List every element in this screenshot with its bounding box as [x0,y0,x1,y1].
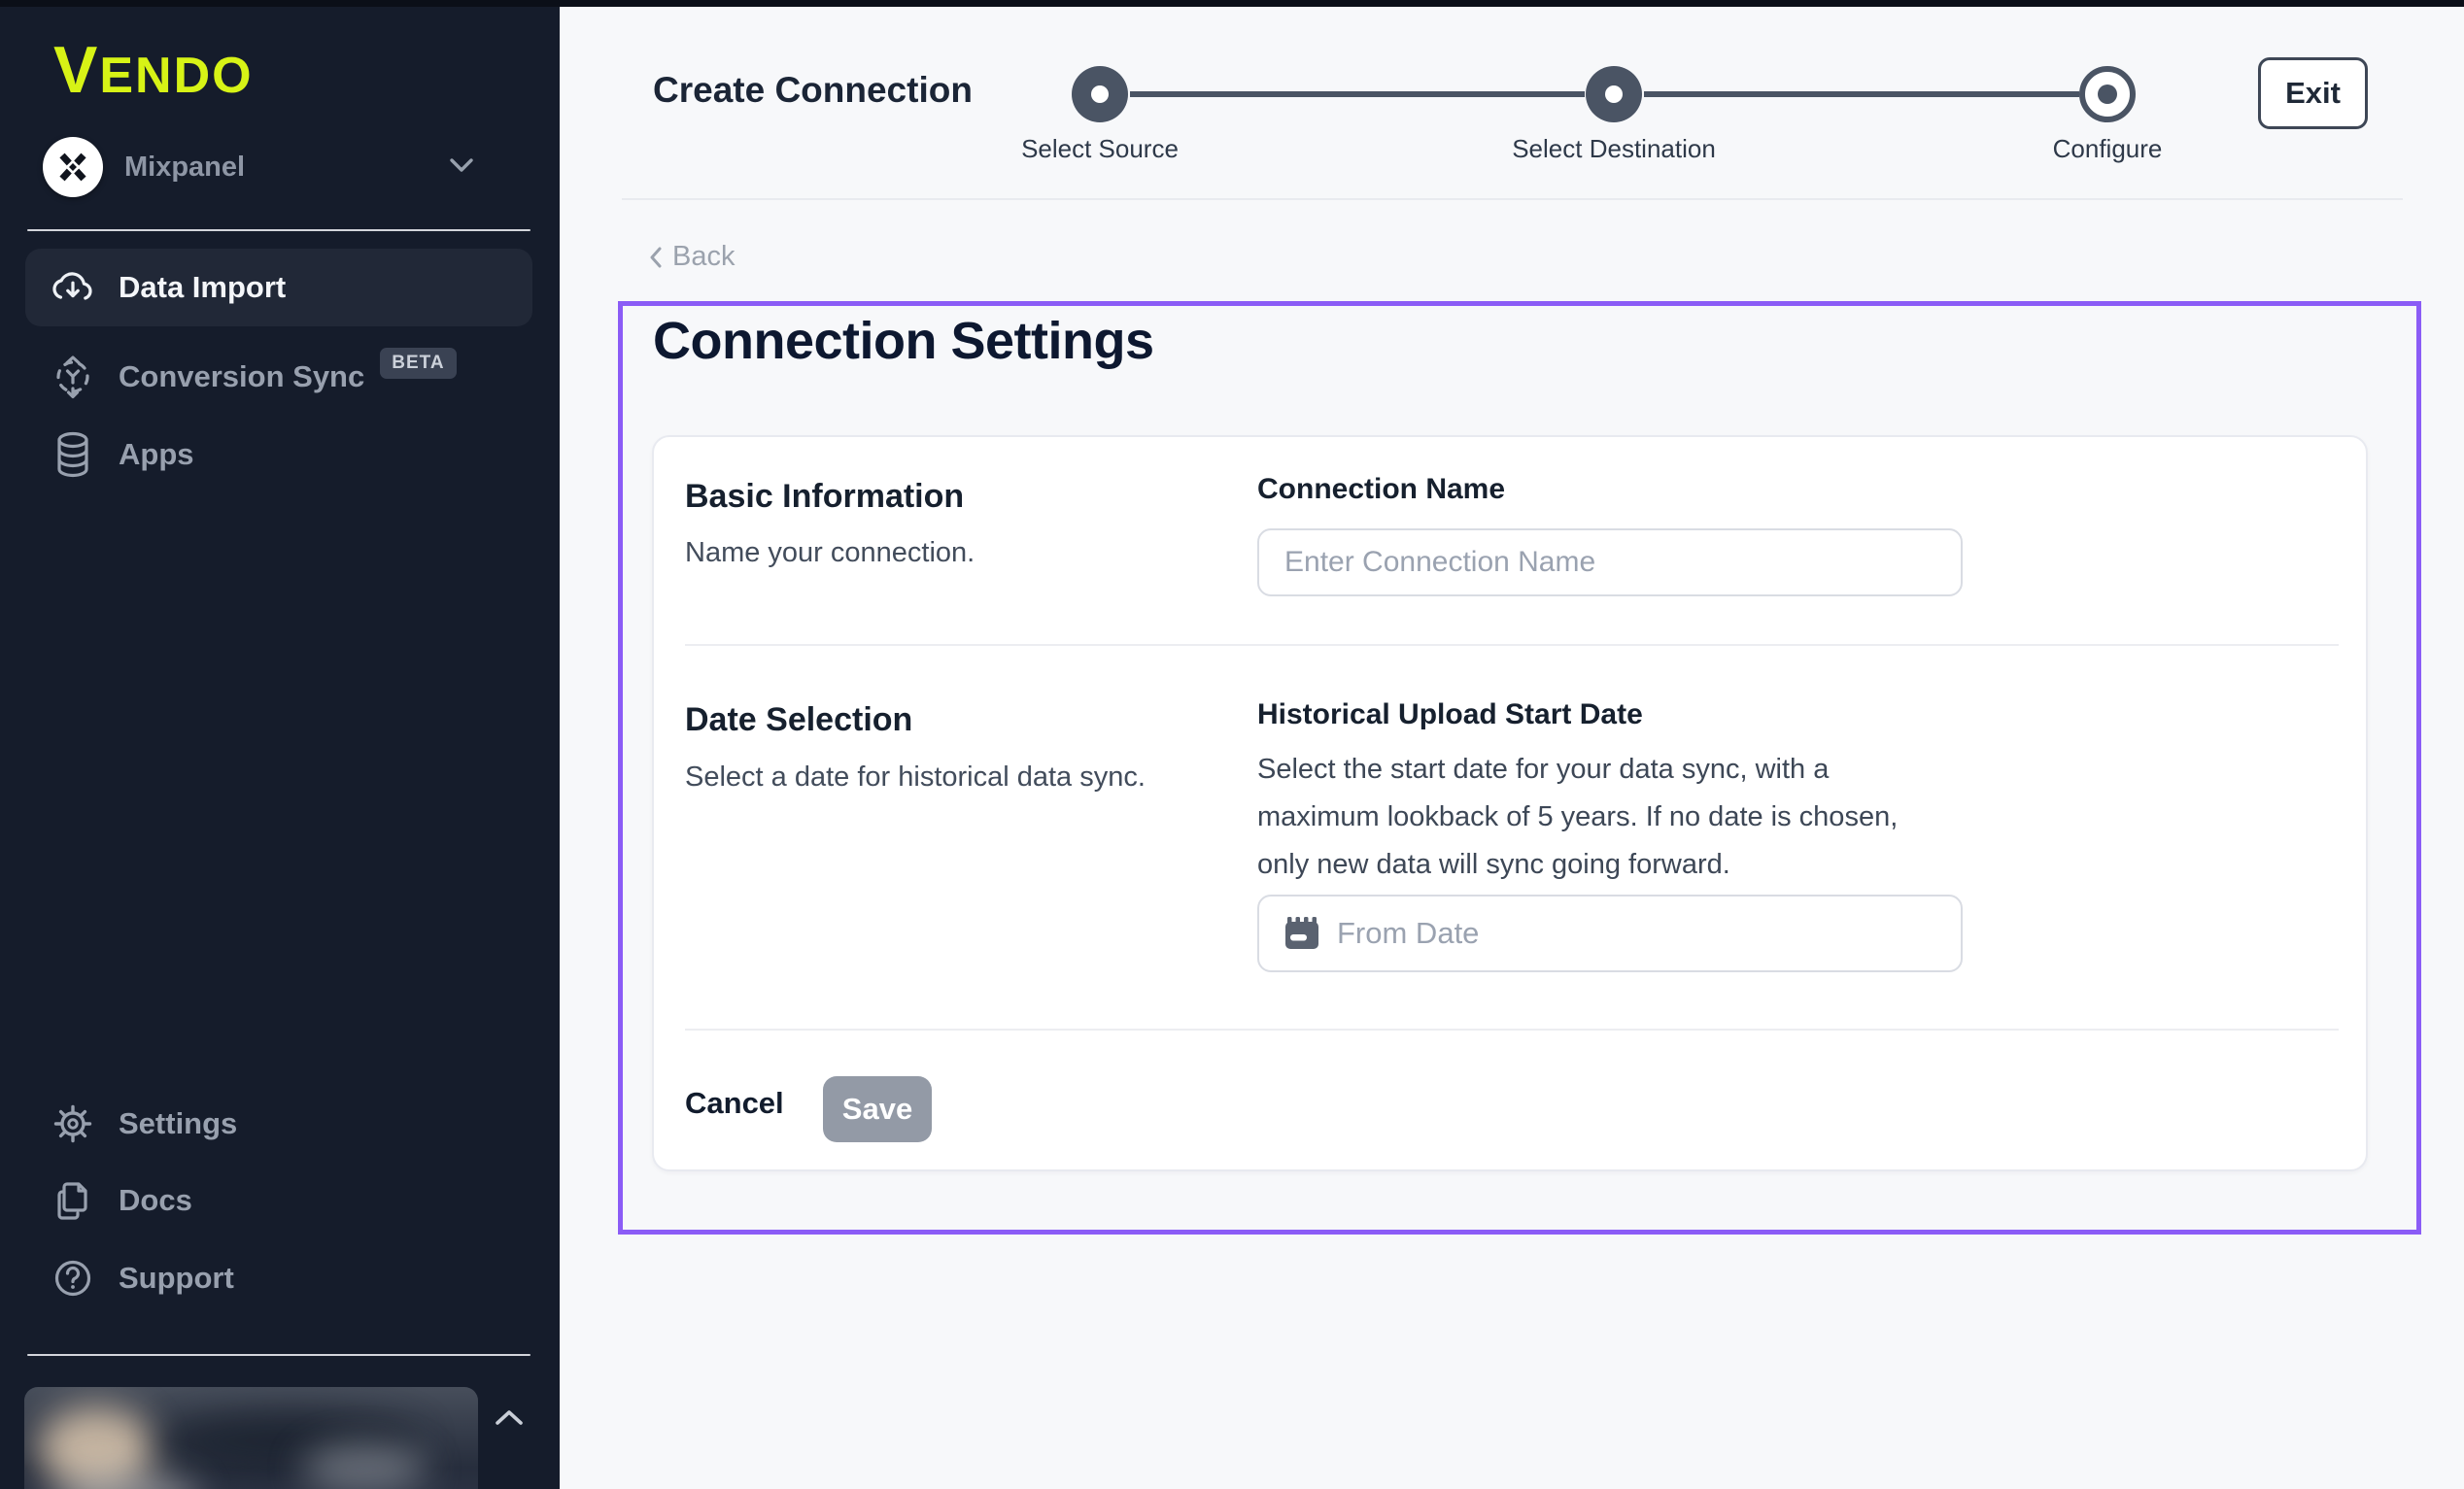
sidebar-item-settings[interactable]: Settings [25,1085,532,1163]
sidebar: VENDO Mixpanel [0,0,560,1489]
basic-information-description: Name your connection. [685,537,975,569]
step-label-select-destination: Select Destination [1449,134,1779,164]
sync-move-icon [51,355,95,399]
header-divider [622,198,2403,200]
card-divider [685,1029,2339,1031]
mixpanel-logo-icon [43,137,103,197]
app-window: VENDO Mixpanel [0,0,2464,1489]
sidebar-item-support[interactable]: Support [25,1239,532,1317]
exit-button[interactable]: Exit [2258,57,2368,129]
question-circle-icon [51,1258,95,1299]
date-selection-description: Select a date for historical data sync. [685,761,1146,794]
chevron-up-icon[interactable] [494,1408,525,1433]
basic-information-title: Basic Information [685,478,964,516]
documents-icon [51,1179,95,1222]
back-link[interactable]: Back [649,241,735,273]
sidebar-item-label: Settings [119,1106,237,1141]
cloud-download-icon [51,269,95,306]
workspace-selector[interactable]: Mixpanel [43,136,525,198]
stepper-line-1 [1130,91,1585,97]
from-date-placeholder: From Date [1337,916,1479,951]
card-divider [685,644,2339,646]
calendar-icon [1284,916,1319,951]
step-label-configure: Configure [1942,134,2273,164]
beta-badge: BETA [380,348,456,379]
step-select-source-indicator [1072,66,1128,122]
historical-upload-label: Historical Upload Start Date [1257,698,1643,731]
sidebar-item-data-import[interactable]: Data Import [25,249,532,326]
sidebar-item-apps[interactable]: Apps [25,416,532,493]
vendo-logo: VENDO [53,37,254,103]
step-select-destination-indicator [1586,66,1642,122]
user-detail-blur [301,1443,428,1489]
cancel-button[interactable]: Cancel [685,1086,784,1121]
sidebar-item-conversion-sync[interactable]: Conversion Sync BETA [25,338,532,416]
step-label-select-source: Select Source [935,134,1265,164]
sidebar-item-label: Docs [119,1183,192,1218]
chevron-down-icon [449,157,474,178]
stepper-line-2 [1644,91,2079,97]
section-title: Connection Settings [653,311,1154,371]
window-top-edge [0,0,2464,7]
sidebar-item-label: Support [119,1261,234,1296]
connection-name-label: Connection Name [1257,473,1505,506]
sidebar-item-label: Apps [119,437,194,472]
historical-upload-help: Select the start date for your data sync… [1257,746,1942,889]
workspace-name: Mixpanel [124,152,245,184]
sidebar-item-label: Data Import [119,270,286,305]
sidebar-item-docs[interactable]: Docs [25,1162,532,1239]
save-button[interactable]: Save [823,1076,932,1142]
gear-icon [51,1103,95,1144]
sidebar-divider-bottom [27,1354,530,1356]
step-configure-indicator [2079,66,2136,122]
back-label: Back [672,241,735,273]
connection-settings-card: Basic Information Name your connection. … [652,435,2368,1171]
date-selection-title: Date Selection [685,701,912,739]
sidebar-item-label: Conversion Sync [119,359,364,394]
connection-name-input[interactable] [1257,528,1963,596]
database-icon [51,431,95,478]
sidebar-divider-top [27,229,530,231]
page-title: Create Connection [653,70,973,111]
chevron-left-icon [649,246,663,269]
from-date-input[interactable]: From Date [1257,895,1963,972]
user-account-blurred[interactable] [24,1387,478,1489]
